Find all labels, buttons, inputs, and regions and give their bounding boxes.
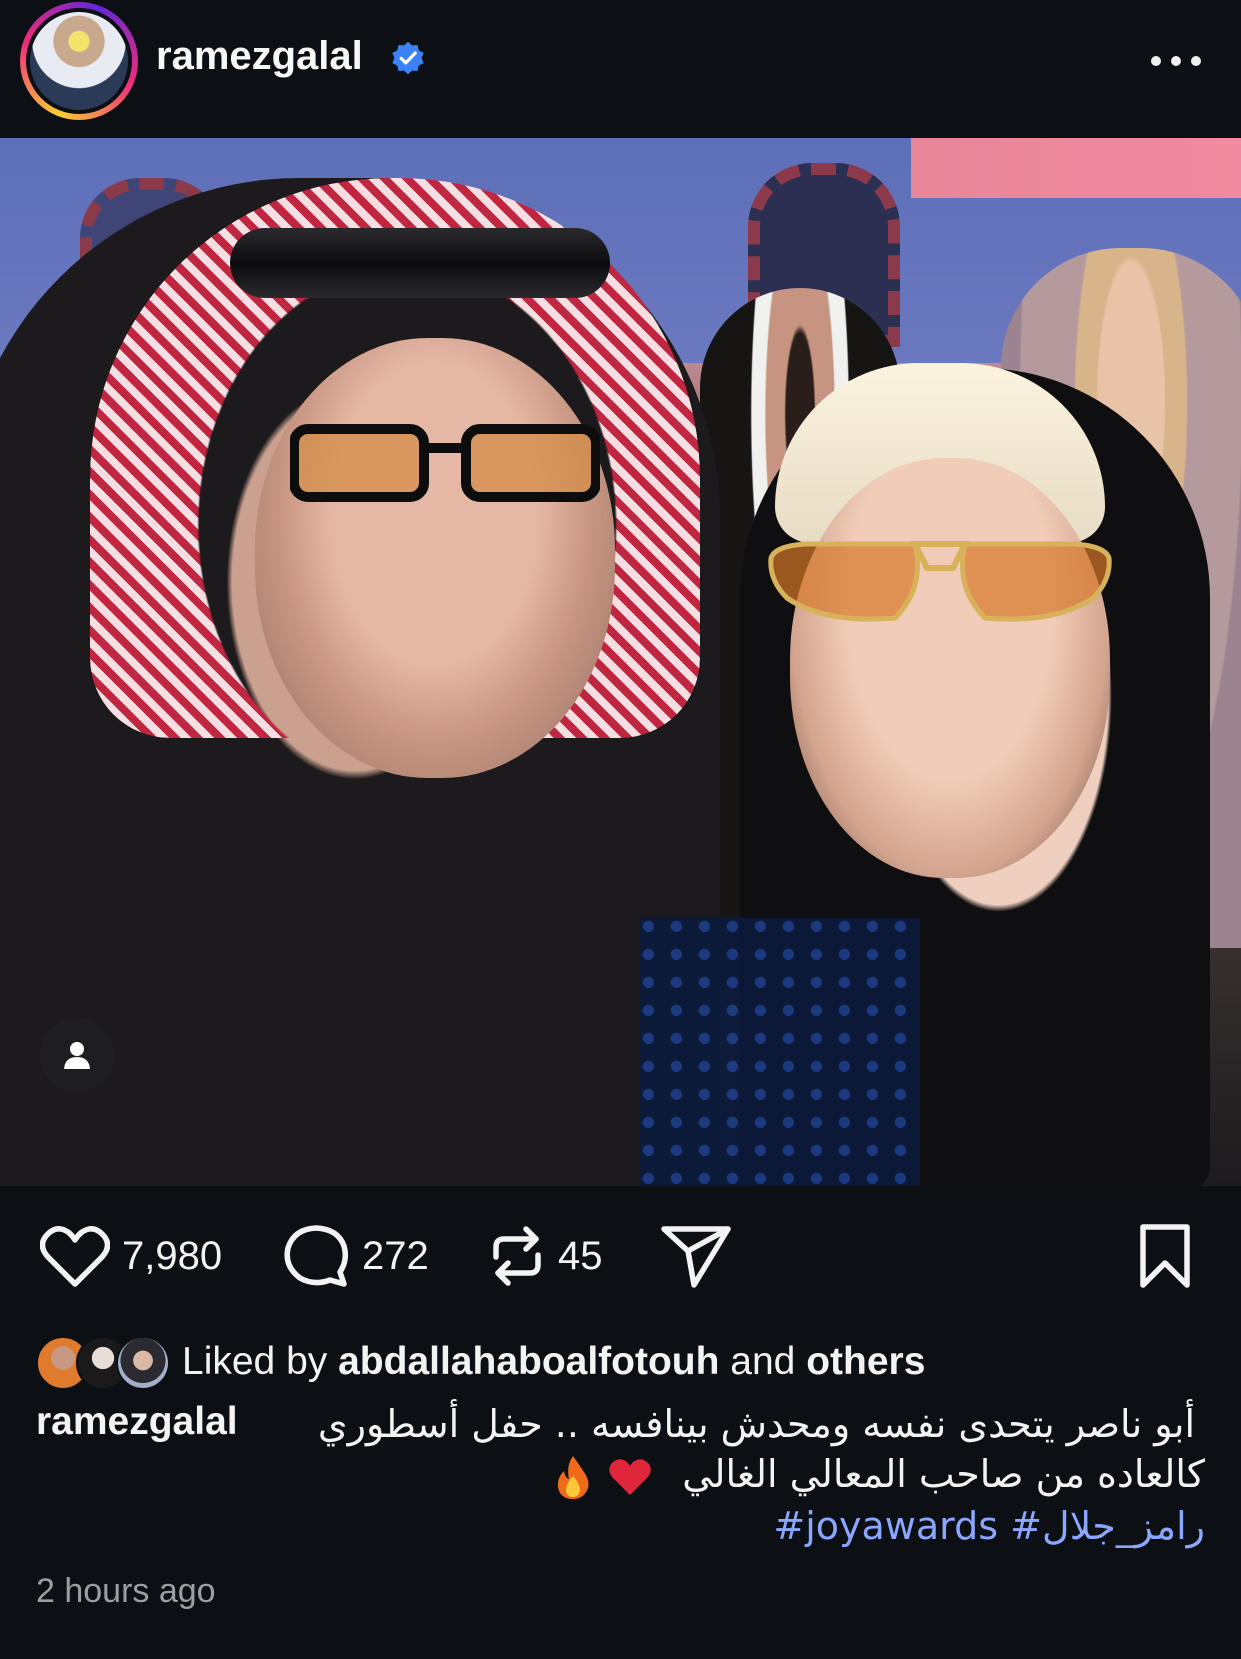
repost-icon xyxy=(493,1226,541,1286)
tagged-people-button[interactable] xyxy=(40,1018,114,1092)
post-header: ramezgalal xyxy=(0,0,1241,138)
repost-count[interactable]: 45 xyxy=(558,1234,603,1279)
comment-bubble-icon xyxy=(284,1225,349,1287)
post-photo[interactable] xyxy=(0,138,1241,1186)
liked-by-row[interactable]: Liked by abdallahaboalfotouh and others xyxy=(36,1334,925,1390)
caption-hashtags: #joyawards #رامز_جلال xyxy=(773,1504,1205,1548)
caption-line-1: أبو ناصر يتحدى نفسه ومحدش بينافسه .. حفل… xyxy=(317,1402,1195,1446)
save-button[interactable] xyxy=(1137,1186,1193,1326)
profile-avatar[interactable] xyxy=(20,2,138,120)
repost-button[interactable]: 45 xyxy=(488,1186,603,1326)
action-bar: 7,980 272 45 xyxy=(0,1186,1241,1326)
liked-by-others[interactable]: others xyxy=(806,1340,925,1383)
post-timestamp: 2 hours ago xyxy=(36,1572,216,1610)
like-count[interactable]: 7,980 xyxy=(122,1234,222,1279)
liked-by-username[interactable]: abdallahaboalfotouh xyxy=(338,1340,719,1383)
more-dots-icon[interactable] xyxy=(1151,54,1201,68)
send-icon xyxy=(661,1226,731,1288)
bookmark-icon xyxy=(1140,1224,1190,1288)
like-button[interactable]: 7,980 xyxy=(40,1186,222,1326)
heart-icon xyxy=(40,1226,110,1287)
share-button[interactable] xyxy=(660,1186,732,1326)
comment-button[interactable]: 272 xyxy=(282,1186,429,1326)
liked-by-avatars xyxy=(36,1336,170,1390)
comment-count[interactable]: 272 xyxy=(362,1234,429,1279)
fire-icon xyxy=(557,1455,589,1499)
caption-emojis xyxy=(554,1454,652,1500)
red-heart-icon xyxy=(609,1458,651,1495)
avatar xyxy=(116,1336,170,1390)
person-tag-icon xyxy=(64,1042,90,1069)
liked-by-text: Liked by abdallahaboalfotouh and others xyxy=(182,1340,926,1383)
caption-line-2: كالعاده من صاحب المعالي الغالي xyxy=(554,1452,1205,1500)
hashtag-link[interactable]: #joyawards xyxy=(773,1504,998,1548)
post-username[interactable]: ramezgalal xyxy=(156,34,363,79)
caption-username[interactable]: ramezgalal xyxy=(36,1400,238,1444)
verified-badge-icon xyxy=(392,41,424,75)
hashtag-link[interactable]: #رامز_جلال xyxy=(1010,1504,1205,1548)
